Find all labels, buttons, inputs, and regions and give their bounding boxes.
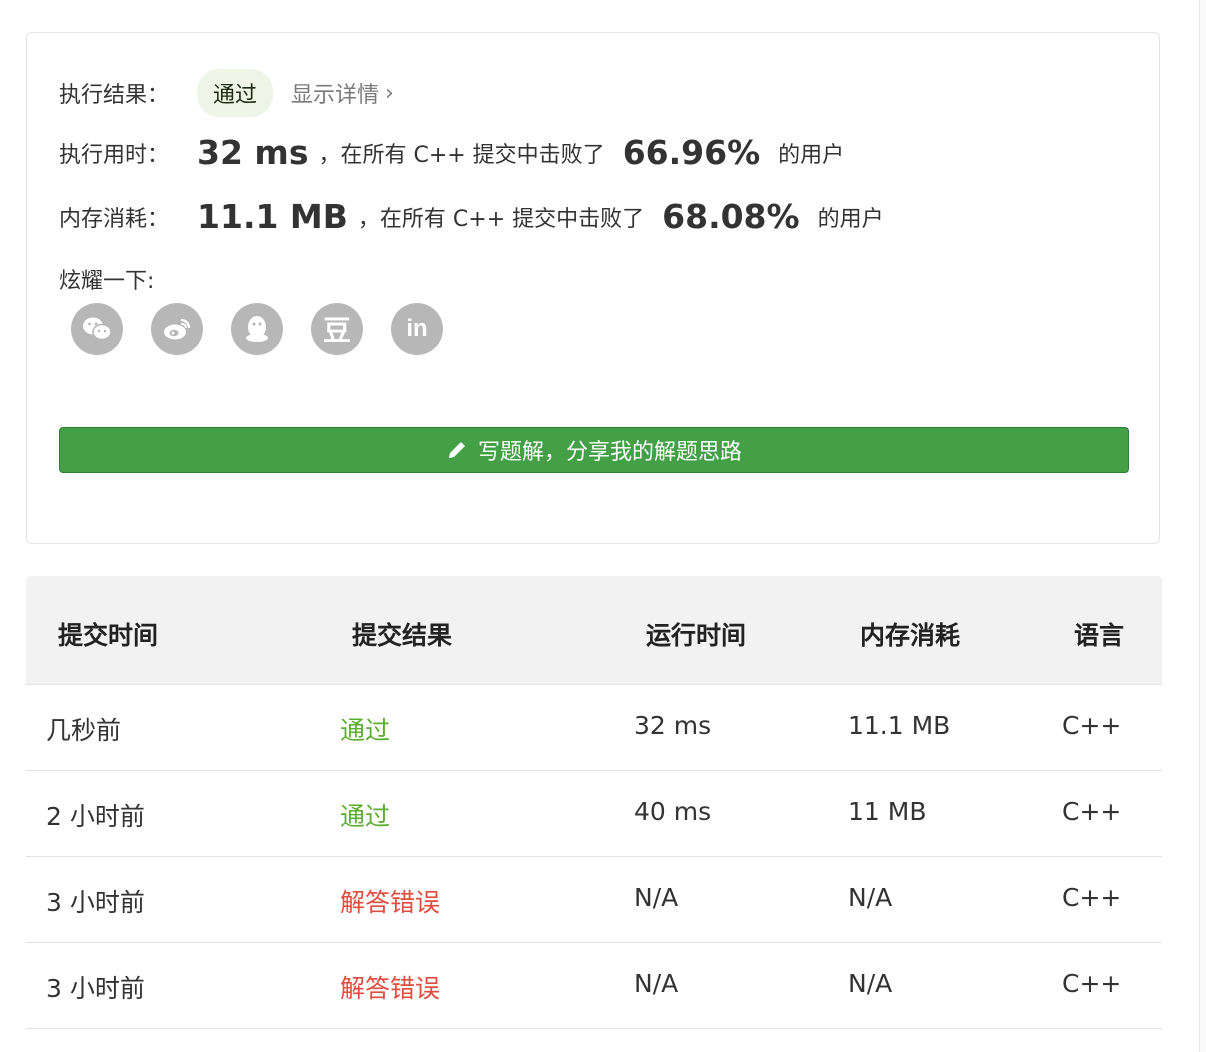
cell-memory: N/A [848, 883, 893, 912]
linkedin-icon: in [406, 315, 428, 342]
wechat-share-button[interactable] [71, 303, 123, 355]
scrollbar[interactable] [1199, 0, 1206, 1052]
cell-result-link[interactable]: 解答错误 [340, 969, 440, 1005]
header-submit-time[interactable]: 提交时间 [58, 616, 158, 652]
cell-language: C++ [1062, 969, 1122, 998]
write-solution-label: 写题解，分享我的解题思路 [477, 440, 742, 465]
table-row[interactable]: 3 小时前 解答错误 N/A N/A C++ [26, 943, 1162, 1029]
table-row[interactable]: 几秒前 通过 32 ms 11.1 MB C++ [26, 685, 1162, 771]
cell-result-link[interactable]: 通过 [340, 711, 390, 747]
table-row[interactable]: 3 小时前 解答错误 N/A N/A C++ [26, 857, 1162, 943]
cell-time: 2 小时前 [46, 802, 145, 831]
header-submit-result[interactable]: 提交结果 [352, 616, 452, 652]
qq-share-button[interactable] [231, 303, 283, 355]
cell-runtime: N/A [634, 883, 679, 912]
result-label: 执行结果： [59, 83, 170, 108]
chevron-right-icon: › [385, 80, 394, 106]
douban-share-button[interactable]: 豆 [311, 303, 363, 355]
header-language[interactable]: 语言 [1074, 616, 1124, 652]
cell-memory: 11.1 MB [848, 711, 951, 740]
cell-memory: 11 MB [848, 797, 927, 826]
result-row: 执行结果： 通过 显示详情 › [59, 69, 394, 117]
status-badge: 通过 [197, 69, 274, 117]
linkedin-share-button[interactable]: in [391, 303, 443, 355]
cell-time: 3 小时前 [46, 888, 145, 917]
header-runtime[interactable]: 运行时间 [646, 616, 746, 652]
cell-runtime: 32 ms [634, 711, 712, 740]
cell-runtime: N/A [634, 969, 679, 998]
share-label-row: 炫耀一下: [59, 263, 154, 295]
memory-beat-text: ，在所有 C++ 提交中击败了 [357, 206, 645, 232]
cell-time: 3 小时前 [46, 974, 145, 1003]
cell-result-link[interactable]: 通过 [340, 797, 390, 833]
runtime-percent: 66.96% [622, 133, 761, 172]
cell-time: 几秒前 [46, 716, 122, 745]
runtime-row: 执行用时： 32 ms ，在所有 C++ 提交中击败了 66.96% 的用户 [59, 133, 844, 172]
qq-icon [246, 316, 268, 342]
cell-language: C++ [1062, 797, 1122, 826]
table-header: 提交时间 提交结果 运行时间 内存消耗 语言 [26, 576, 1162, 685]
douban-icon: 豆 [322, 314, 351, 347]
runtime-beat-text: ，在所有 C++ 提交中击败了 [318, 142, 605, 168]
write-solution-button[interactable]: 写题解，分享我的解题思路 [59, 427, 1129, 473]
memory-percent: 68.08% [662, 197, 800, 236]
cell-result-link[interactable]: 解答错误 [340, 883, 440, 919]
memory-value: 11.1 MB [197, 197, 348, 236]
show-details-link[interactable]: 显示详情 › [291, 77, 394, 109]
cell-memory: N/A [848, 969, 893, 998]
share-label: 炫耀一下: [59, 269, 155, 294]
memory-label: 内存消耗： [59, 206, 170, 232]
table-row[interactable]: 2 小时前 通过 40 ms 11 MB C++ [26, 771, 1162, 857]
weibo-share-button[interactable] [151, 303, 203, 355]
header-memory[interactable]: 内存消耗 [860, 616, 960, 652]
cell-runtime: 40 ms [634, 797, 712, 826]
show-details-label: 显示详情 [291, 83, 380, 108]
cell-language: C++ [1062, 883, 1122, 912]
memory-row: 内存消耗： 11.1 MB ，在所有 C++ 提交中击败了 68.08% 的用户 [59, 197, 884, 236]
share-buttons: 豆 in [71, 303, 443, 355]
runtime-value: 32 ms [197, 133, 309, 172]
memory-tail: 的用户 [817, 206, 884, 232]
weibo-icon [164, 318, 191, 340]
runtime-label: 执行用时： [59, 142, 170, 168]
cell-language: C++ [1062, 711, 1122, 740]
pencil-icon [448, 442, 465, 458]
wechat-icon [83, 317, 112, 341]
submissions-table: 提交时间 提交结果 运行时间 内存消耗 语言 几秒前 通过 32 ms 11.1… [26, 576, 1162, 1029]
runtime-tail: 的用户 [778, 142, 845, 168]
submission-result-card: 执行结果： 通过 显示详情 › 执行用时： 32 ms ，在所有 C++ 提交中… [26, 32, 1160, 544]
